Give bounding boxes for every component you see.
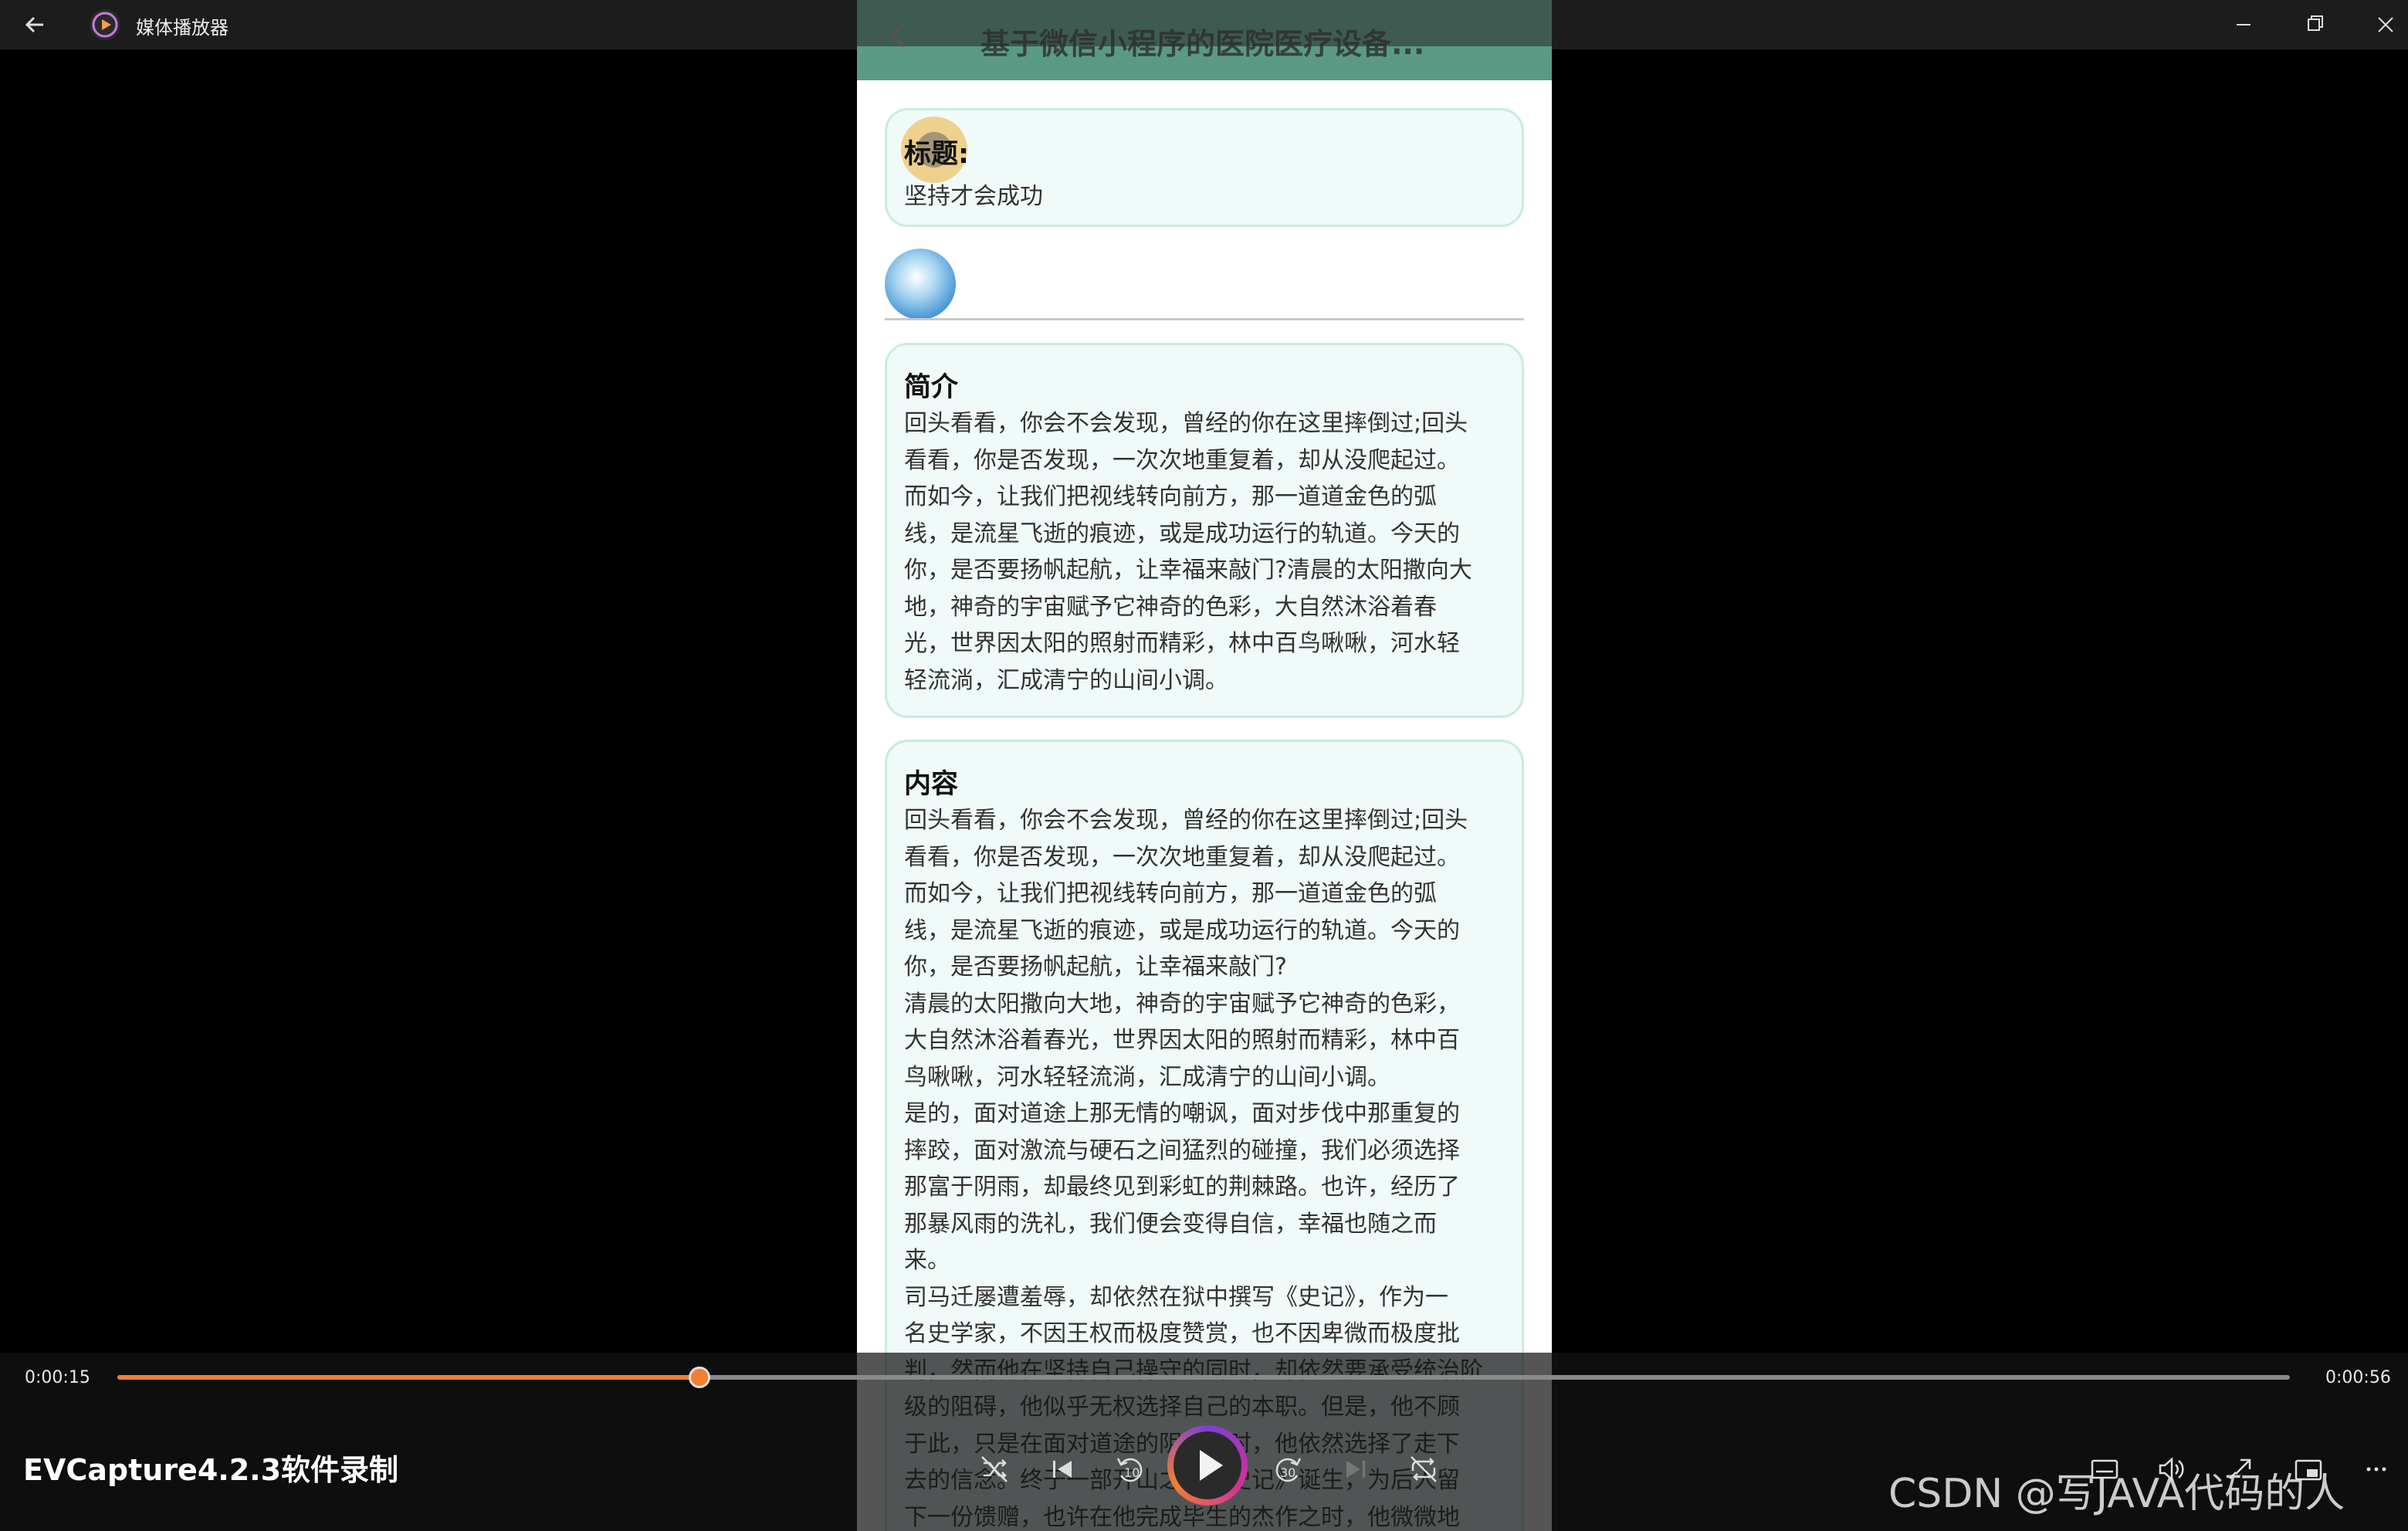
next-icon[interactable] [1334, 1448, 1377, 1491]
title-label: 标题: [904, 139, 969, 170]
play-button[interactable] [1167, 1425, 1248, 1506]
play-icon [1200, 1450, 1223, 1481]
repeat-off-icon[interactable] [1402, 1448, 1445, 1491]
close-icon[interactable] [2362, 6, 2408, 43]
shuffle-icon[interactable] [973, 1448, 1016, 1491]
minimize-icon[interactable] [2220, 6, 2267, 43]
rewind-label: 10 [1124, 1465, 1140, 1480]
seek-bar-thumb[interactable] [689, 1367, 711, 1388]
back-chevron-icon [885, 20, 913, 51]
cover-image [885, 249, 956, 320]
seek-bar-progress [117, 1375, 700, 1380]
play-button-inner [1174, 1431, 1241, 1499]
rewind-10-icon[interactable]: 10 [1109, 1448, 1152, 1491]
watermark: CSDN @写JAVA代码的人 [1888, 1471, 2345, 1517]
current-time: 0:00:15 [25, 1368, 90, 1387]
forward-label: 30 [1280, 1465, 1295, 1480]
more-icon[interactable] [2355, 1448, 2398, 1491]
intro-card: 简介 回头看看，你会不会发现，曾经的你在这里摔倒过;回头 看看，你是否发现，一次… [885, 343, 1524, 718]
app-title: 媒体播放器 [136, 17, 229, 39]
intro-heading: 简介 [904, 372, 959, 403]
restore-icon[interactable] [2291, 6, 2338, 43]
mini-program-title: 基于微信小程序的医院医疗设备... [980, 27, 1425, 61]
seek-bar[interactable] [117, 1367, 2290, 1388]
content-heading: 内容 [904, 769, 959, 800]
divider [885, 318, 1524, 320]
back-arrow-icon[interactable] [20, 9, 51, 40]
title-card: 标题: 坚持才会成功 [885, 108, 1524, 227]
previous-icon[interactable] [1041, 1448, 1084, 1491]
file-name: EVCapture4.2.3软件录制 [23, 1453, 399, 1487]
total-time: 0:00:56 [2325, 1368, 2391, 1387]
media-player-icon [90, 9, 120, 40]
mini-program-header: 基于微信小程序的医院医疗设备... [857, 0, 1552, 80]
title-value: 坚持才会成功 [904, 183, 1043, 210]
forward-30-icon[interactable]: 30 [1266, 1448, 1309, 1491]
video-frame: 基于微信小程序的医院医疗设备... 标题: 坚持才会成功 简介 回头看看，你会不… [857, 0, 1552, 1531]
intro-text: 回头看看，你会不会发现，曾经的你在这里摔倒过;回头 看看，你是否发现，一次次地重… [904, 410, 1472, 694]
